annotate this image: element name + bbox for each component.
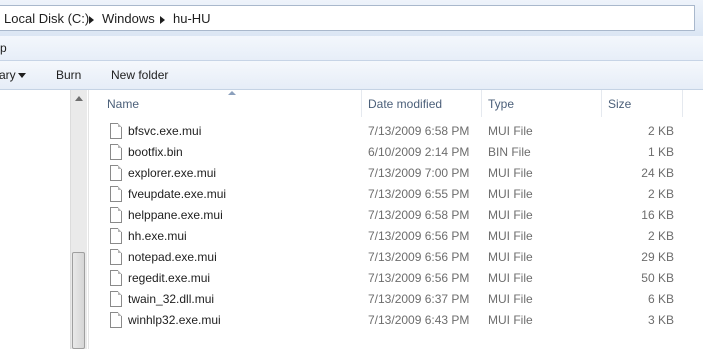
breadcrumb-windows[interactable]: Windows — [102, 11, 155, 26]
file-name: explorer.exe.mui — [128, 166, 217, 180]
file-date: 7/13/2009 7:00 PM — [368, 166, 470, 180]
file-size: 2 KB — [647, 124, 674, 138]
file-row[interactable]: hh.exe.mui 7/13/2009 6:56 PM MUI File 2 … — [89, 226, 703, 247]
document-icon — [110, 228, 122, 244]
file-row[interactable]: winhlp32.exe.mui 7/13/2009 6:43 PM MUI F… — [89, 310, 703, 331]
file-row[interactable]: regedit.exe.mui 7/13/2009 6:56 PM MUI Fi… — [89, 268, 703, 289]
file-type: MUI File — [488, 187, 533, 201]
column-headers: Name Date modified Type Size — [89, 90, 703, 117]
file-type: MUI File — [488, 229, 533, 243]
file-name: regedit.exe.mui — [128, 271, 211, 285]
file-size: 24 KB — [641, 166, 674, 180]
file-size: 1 KB — [647, 145, 674, 159]
file-row[interactable]: twain_32.dll.mui 7/13/2009 6:37 PM MUI F… — [89, 289, 703, 310]
document-icon — [110, 312, 122, 328]
burn-button[interactable]: Burn — [56, 68, 81, 82]
column-header-name[interactable]: Name — [107, 97, 139, 111]
file-row[interactable]: bfsvc.exe.mui 7/13/2009 6:58 PM MUI File… — [89, 121, 703, 142]
file-date: 7/13/2009 6:43 PM — [368, 313, 470, 327]
file-name: twain_32.dll.mui — [128, 292, 215, 306]
file-type: MUI File — [488, 166, 533, 180]
file-name: fveupdate.exe.mui — [128, 187, 227, 201]
column-divider[interactable] — [682, 90, 683, 117]
file-row[interactable]: fveupdate.exe.mui 7/13/2009 6:55 PM MUI … — [89, 184, 703, 205]
file-name: hh.exe.mui — [128, 229, 187, 243]
document-icon — [110, 207, 122, 223]
file-date: 7/13/2009 6:37 PM — [368, 292, 470, 306]
document-icon — [110, 291, 122, 307]
file-size: 29 KB — [641, 250, 674, 264]
chevron-right-icon[interactable] — [160, 16, 165, 24]
chevron-right-icon[interactable] — [89, 16, 94, 24]
navigation-pane-scrollbar[interactable] — [70, 90, 87, 349]
command-toolbar: ary Burn New folder — [0, 61, 703, 90]
file-name: bfsvc.exe.mui — [128, 124, 202, 138]
file-type: MUI File — [488, 208, 533, 222]
file-size: 16 KB — [641, 208, 674, 222]
file-name: bootfix.bin — [128, 145, 183, 159]
menu-bar: p — [0, 36, 703, 61]
file-size: 6 KB — [647, 292, 674, 306]
chevron-down-icon[interactable] — [18, 73, 26, 78]
file-type: MUI File — [488, 313, 533, 327]
document-icon — [110, 165, 122, 181]
file-name: helppane.exe.mui — [128, 208, 223, 222]
file-type: BIN File — [488, 145, 531, 159]
file-date: 7/13/2009 6:55 PM — [368, 187, 470, 201]
column-divider[interactable] — [481, 90, 482, 117]
file-size: 2 KB — [647, 187, 674, 201]
sort-ascending-icon — [228, 91, 236, 95]
file-date: 7/13/2009 6:56 PM — [368, 271, 470, 285]
column-divider[interactable] — [361, 90, 362, 117]
document-icon — [110, 144, 122, 160]
file-size: 50 KB — [641, 271, 674, 285]
file-type: MUI File — [488, 250, 533, 264]
column-header-date-modified[interactable]: Date modified — [368, 97, 442, 111]
file-name: notepad.exe.mui — [128, 250, 217, 264]
file-size: 2 KB — [647, 229, 674, 243]
document-icon — [110, 249, 122, 265]
file-date: 6/10/2009 2:14 PM — [368, 145, 470, 159]
breadcrumb-hu-hu[interactable]: hu-HU — [173, 11, 211, 26]
document-icon — [110, 270, 122, 286]
file-date: 7/13/2009 6:56 PM — [368, 229, 470, 243]
file-type: MUI File — [488, 292, 533, 306]
toolbar-library-button[interactable]: ary — [0, 68, 16, 82]
address-bar: Local Disk (C:) Windows hu-HU — [0, 0, 703, 36]
file-size: 3 KB — [647, 313, 674, 327]
file-date: 7/13/2009 6:58 PM — [368, 208, 470, 222]
scrollbar-thumb[interactable] — [72, 252, 85, 349]
file-row[interactable]: explorer.exe.mui 7/13/2009 7:00 PM MUI F… — [89, 163, 703, 184]
document-icon — [110, 123, 122, 139]
file-type: MUI File — [488, 271, 533, 285]
document-icon — [110, 186, 122, 202]
file-row[interactable]: bootfix.bin 6/10/2009 2:14 PM BIN File 1… — [89, 142, 703, 163]
column-header-size[interactable]: Size — [608, 97, 631, 111]
file-name: winhlp32.exe.mui — [128, 313, 221, 327]
file-date: 7/13/2009 6:58 PM — [368, 124, 470, 138]
file-type: MUI File — [488, 124, 533, 138]
breadcrumb-local-disk[interactable]: Local Disk (C:) — [4, 11, 89, 26]
scroll-up-icon[interactable] — [75, 96, 83, 101]
breadcrumb[interactable]: Local Disk (C:) Windows hu-HU — [0, 5, 695, 31]
column-divider[interactable] — [601, 90, 602, 117]
file-row[interactable]: notepad.exe.mui 7/13/2009 6:56 PM MUI Fi… — [89, 247, 703, 268]
column-header-type[interactable]: Type — [488, 97, 514, 111]
menu-item-help[interactable]: p — [0, 41, 7, 55]
file-date: 7/13/2009 6:56 PM — [368, 250, 470, 264]
file-row[interactable]: helppane.exe.mui 7/13/2009 6:58 PM MUI F… — [89, 205, 703, 226]
new-folder-button[interactable]: New folder — [111, 68, 168, 82]
